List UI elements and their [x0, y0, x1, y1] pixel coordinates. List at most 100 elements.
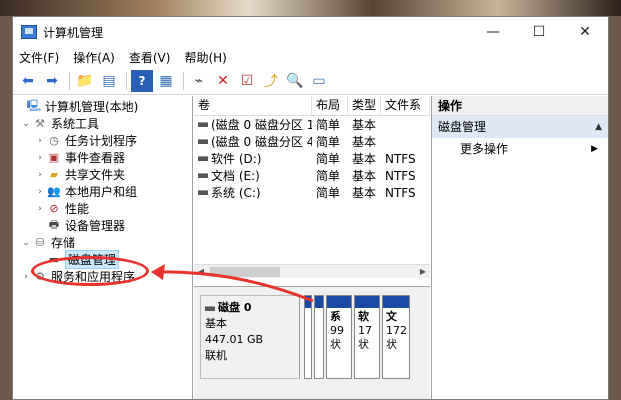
- table-row[interactable]: 文档 (E:) 简单 基本 NTFS: [194, 167, 430, 184]
- tree-item-label: 计算机管理(本地): [45, 100, 139, 114]
- tree-item-shared-folders[interactable]: › ▰ 共享文件夹: [13, 166, 192, 183]
- volume-icon: [198, 122, 208, 127]
- show-action-pane-icon[interactable]: ▦: [155, 70, 177, 92]
- type-cell: 基本: [352, 135, 377, 149]
- expand-chevron-icon[interactable]: ›: [21, 272, 31, 282]
- partition-label: 软: [358, 310, 369, 323]
- search-folder-icon[interactable]: 🔍: [284, 70, 306, 92]
- open-folder-icon[interactable]: ⤴: [260, 70, 282, 92]
- more-actions-item[interactable]: 更多操作 ▶: [432, 138, 608, 160]
- layout-cell: 简单: [316, 152, 341, 166]
- check-icon[interactable]: ☑: [236, 70, 258, 92]
- layout-cell: 简单: [316, 169, 341, 183]
- tree-item-performance[interactable]: › ⊘ 性能: [13, 200, 192, 217]
- expand-chevron-icon[interactable]: ›: [35, 204, 45, 214]
- filesystem-cell: NTFS: [385, 151, 416, 166]
- properties-icon[interactable]: ▭: [308, 70, 330, 92]
- collapse-chevron-icon[interactable]: ⌄: [21, 119, 31, 129]
- partition-bar: [305, 296, 311, 308]
- partition-size: 17: [358, 324, 372, 337]
- volume-cell: 软件 (D:): [194, 150, 312, 167]
- partition-block[interactable]: 文 172 状: [382, 295, 410, 379]
- table-row[interactable]: (磁盘 0 磁盘分区 4) 简单 基本: [194, 133, 430, 150]
- layout-cell: 简单: [316, 186, 341, 200]
- connect-icon[interactable]: ⌁: [188, 70, 210, 92]
- show-tree-icon[interactable]: ▤: [98, 70, 120, 92]
- table-row[interactable]: (磁盘 0 磁盘分区 1) 简单 基本: [194, 116, 430, 133]
- scrollbar-thumb[interactable]: [210, 267, 280, 277]
- menu-help[interactable]: 帮助(H): [184, 49, 226, 66]
- partition-block[interactable]: 软 17 状: [354, 295, 380, 379]
- tree-item-computer-management[interactable]: 🖳 计算机管理(本地): [13, 98, 192, 115]
- type-cell: 基本: [352, 152, 377, 166]
- disk-info-panel[interactable]: 磁盘 0 基本 447.01 GB 联机: [200, 295, 300, 379]
- disk-graphical-view: 磁盘 0 基本 447.01 GB 联机 系 99 状 软 17 状 文 172…: [194, 286, 430, 399]
- collapse-up-icon[interactable]: ▲: [595, 116, 602, 138]
- partition-text: 系 99 状: [327, 308, 351, 354]
- tree-item-label: 存储: [51, 236, 76, 250]
- collapse-chevron-icon[interactable]: ⌄: [21, 238, 31, 248]
- partition-block[interactable]: [314, 295, 324, 379]
- help-icon[interactable]: ?: [131, 69, 153, 92]
- table-row[interactable]: 软件 (D:) 简单 基本 NTFS: [194, 150, 430, 167]
- volume-name: (磁盘 0 磁盘分区 1): [211, 118, 312, 132]
- expand-chevron-icon[interactable]: ›: [35, 136, 45, 146]
- expand-chevron-icon[interactable]: ›: [35, 153, 45, 163]
- partition-size: 99: [330, 324, 344, 337]
- up-folder-icon[interactable]: 📁: [74, 70, 96, 92]
- partition-strip: 系 99 状 软 17 状 文 172 状: [304, 295, 430, 379]
- column-header-volume[interactable]: 卷: [194, 96, 312, 115]
- forward-arrow-icon[interactable]: ➡: [41, 70, 63, 92]
- partition-block[interactable]: 系 99 状: [326, 295, 352, 379]
- volume-cell: (磁盘 0 磁盘分区 1): [194, 116, 312, 133]
- window-title: 计算机管理: [43, 25, 104, 40]
- table-row[interactable]: 系统 (C:) 简单 基本 NTFS: [194, 184, 430, 201]
- desktop-background: [0, 0, 621, 16]
- disk-size: 447.01 GB: [205, 333, 264, 346]
- column-header-layout[interactable]: 布局: [312, 96, 348, 115]
- partition-text: 文 172 状: [383, 308, 409, 354]
- tree-item-label: 事件查看器: [65, 151, 126, 165]
- tree-item-event-viewer[interactable]: › ▣ 事件查看器: [13, 149, 192, 166]
- delete-icon[interactable]: ✕: [212, 70, 234, 92]
- tree-item-label: 本地用户和组: [65, 185, 138, 199]
- tree-item-system-tools[interactable]: ⌄ ⚒ 系统工具: [13, 115, 192, 132]
- partition-bar: [327, 296, 351, 308]
- minimize-button[interactable]: —: [470, 17, 516, 47]
- main-content: 🖳 计算机管理(本地) ⌄ ⚒ 系统工具 › ◷ 任务计划程序 › ▣ 事件查看…: [13, 96, 608, 399]
- more-actions-label: 更多操作: [460, 142, 509, 156]
- partition-block[interactable]: [304, 295, 312, 379]
- scroll-right-icon[interactable]: ▶: [416, 267, 430, 276]
- close-button[interactable]: ✕: [562, 17, 608, 47]
- tree-item-device-manager[interactable]: 🖶 设备管理器: [13, 217, 192, 234]
- column-header-type[interactable]: 类型: [348, 96, 381, 115]
- expand-chevron-icon[interactable]: ›: [35, 187, 45, 197]
- menu-action[interactable]: 操作(A): [73, 49, 115, 66]
- tree-item-local-users[interactable]: › 👥 本地用户和组: [13, 183, 192, 200]
- event-icon: ▣: [48, 151, 60, 164]
- toolbar: ⬅ ➡ 📁 ▤ ? ▦ ⌁ ✕ ☑ ⤴ 🔍 ▭: [13, 67, 608, 95]
- maximize-button[interactable]: ☐: [516, 17, 562, 47]
- title-bar: 计算机管理 — ☐ ✕: [13, 17, 608, 47]
- column-header-filesystem[interactable]: 文件系: [381, 96, 430, 115]
- tree-item-storage[interactable]: ⌄ ⛁ 存储: [13, 234, 192, 251]
- scroll-left-icon[interactable]: ◀: [194, 267, 208, 276]
- tree-item-label: 设备管理器: [65, 219, 126, 233]
- expand-chevron-icon[interactable]: ›: [35, 170, 45, 180]
- computer-icon: 🖳: [26, 99, 42, 112]
- tree-item-task-scheduler[interactable]: › ◷ 任务计划程序: [13, 132, 192, 149]
- menu-file[interactable]: 文件(F): [19, 49, 59, 66]
- partition-status: 状: [386, 338, 397, 351]
- volume-cell: (磁盘 0 磁盘分区 4): [194, 133, 312, 150]
- type-cell: 基本: [352, 186, 377, 200]
- tree-item-label: 系统工具: [51, 117, 100, 131]
- partition-bar: [315, 296, 323, 308]
- disk-status: 联机: [205, 349, 227, 362]
- volume-icon: [198, 156, 208, 161]
- actions-section-disk-management[interactable]: 磁盘管理 ▲: [432, 116, 608, 138]
- menu-view[interactable]: 查看(V): [129, 49, 171, 66]
- horizontal-scrollbar[interactable]: ◀ ▶: [194, 264, 430, 278]
- back-arrow-icon[interactable]: ⬅: [17, 70, 39, 92]
- disk-icon: [205, 305, 215, 311]
- volume-list: 卷 布局 类型 文件系 (磁盘 0 磁盘分区 1) 简单 基本 (磁盘 0 磁盘…: [194, 96, 430, 274]
